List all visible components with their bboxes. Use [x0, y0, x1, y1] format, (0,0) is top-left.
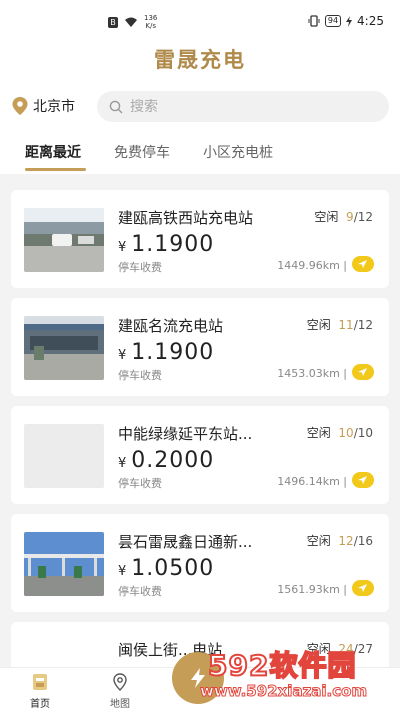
price: ¥1.1900: [118, 340, 215, 365]
wifi-icon: [125, 17, 137, 27]
tab-free-parking[interactable]: 免费停车: [114, 142, 170, 162]
price: ¥1.1900: [118, 232, 215, 257]
availability: 空闲 11/12: [306, 318, 373, 332]
nav-home[interactable]: 首页: [10, 672, 70, 710]
nav-map[interactable]: 地图: [90, 672, 150, 710]
distance: 1496.14km |: [277, 475, 347, 488]
navigate-arrow-icon: [358, 368, 367, 376]
navigate-button[interactable]: [352, 364, 374, 380]
network-speed: 136 K/s: [144, 14, 158, 30]
header-area: B 136K/s 94 4:25 雷晟充电 北京市 距离最近 免费停车 小区充电…: [0, 0, 400, 174]
status-bar: B 136 K/s 94 4:25: [0, 0, 400, 40]
home-icon: [33, 674, 47, 690]
clock: 4:25: [357, 14, 384, 28]
notification-icon: B: [108, 16, 118, 28]
city-name: 北京市: [33, 99, 75, 115]
distance: 1449.96km |: [277, 259, 347, 272]
search-input[interactable]: [130, 98, 350, 115]
navigate-arrow-icon: [358, 476, 367, 484]
station-name: 中能绿缘延平东站...: [118, 425, 253, 443]
station-photo-placeholder: [24, 424, 104, 488]
distance: 1561.93km |: [277, 583, 347, 596]
navigate-button[interactable]: [352, 256, 374, 272]
distance: 1453.03km |: [277, 367, 347, 380]
search-icon: [109, 100, 123, 113]
station-name: 昙石雷晟鑫日通新...: [118, 533, 253, 551]
station-photo: [24, 208, 104, 272]
app-title: 雷晟充电: [154, 48, 246, 72]
charging-icon: [346, 15, 353, 27]
tab-bar: 距离最近 免费停车 小区充电桩: [0, 142, 400, 174]
price: ¥0.2000: [118, 448, 215, 473]
navigate-arrow-icon: [358, 584, 367, 592]
parking-fee-label: 停车收费: [118, 369, 162, 382]
vibrate-icon: [308, 15, 320, 27]
station-card[interactable]: 中能绿缘延平东站... 空闲 10/10 ¥0.2000 停车收费 1496.1…: [11, 406, 389, 504]
watermark: 592软件园 www.592xiazai.com: [196, 638, 400, 711]
watermark-title: 592软件园: [207, 648, 357, 683]
availability: 空闲 10/10: [306, 426, 373, 440]
city-selector[interactable]: 北京市: [12, 96, 75, 116]
station-card[interactable]: 建瓯高铁西站充电站 空闲 9/12 ¥1.1900 停车收费 1449.96km…: [11, 190, 389, 288]
navigate-button[interactable]: [352, 472, 374, 488]
availability: 空闲 9/12: [314, 210, 373, 224]
station-card[interactable]: 昙石雷晟鑫日通新... 空闲 12/16 ¥1.0500 停车收费 1561.9…: [11, 514, 389, 612]
battery-indicator: 94: [324, 15, 342, 27]
station-photo: [24, 316, 104, 380]
station-card[interactable]: 建瓯名流充电站 空闲 11/12 ¥1.1900 停车收费 1453.03km …: [11, 298, 389, 396]
navigate-button[interactable]: [352, 580, 374, 596]
navigate-arrow-icon: [358, 260, 367, 268]
tab-active-indicator: [25, 168, 86, 171]
tab-community-charger[interactable]: 小区充电桩: [203, 142, 273, 162]
parking-fee-label: 停车收费: [118, 585, 162, 598]
map-pin-icon: [113, 673, 127, 691]
station-photo: [24, 532, 104, 596]
availability: 空闲 12/16: [306, 534, 373, 548]
watermark-url: www.592xiazai.com: [199, 682, 368, 701]
station-name: 建瓯名流充电站: [118, 317, 224, 335]
parking-fee-label: 停车收费: [118, 477, 162, 490]
parking-fee-label: 停车收费: [118, 261, 162, 274]
station-name: 建瓯高铁西站充电站: [118, 209, 254, 227]
location-pin-icon: [12, 97, 28, 115]
price: ¥1.0500: [118, 556, 215, 581]
tab-nearest[interactable]: 距离最近: [25, 142, 81, 162]
search-bar[interactable]: [97, 91, 389, 122]
